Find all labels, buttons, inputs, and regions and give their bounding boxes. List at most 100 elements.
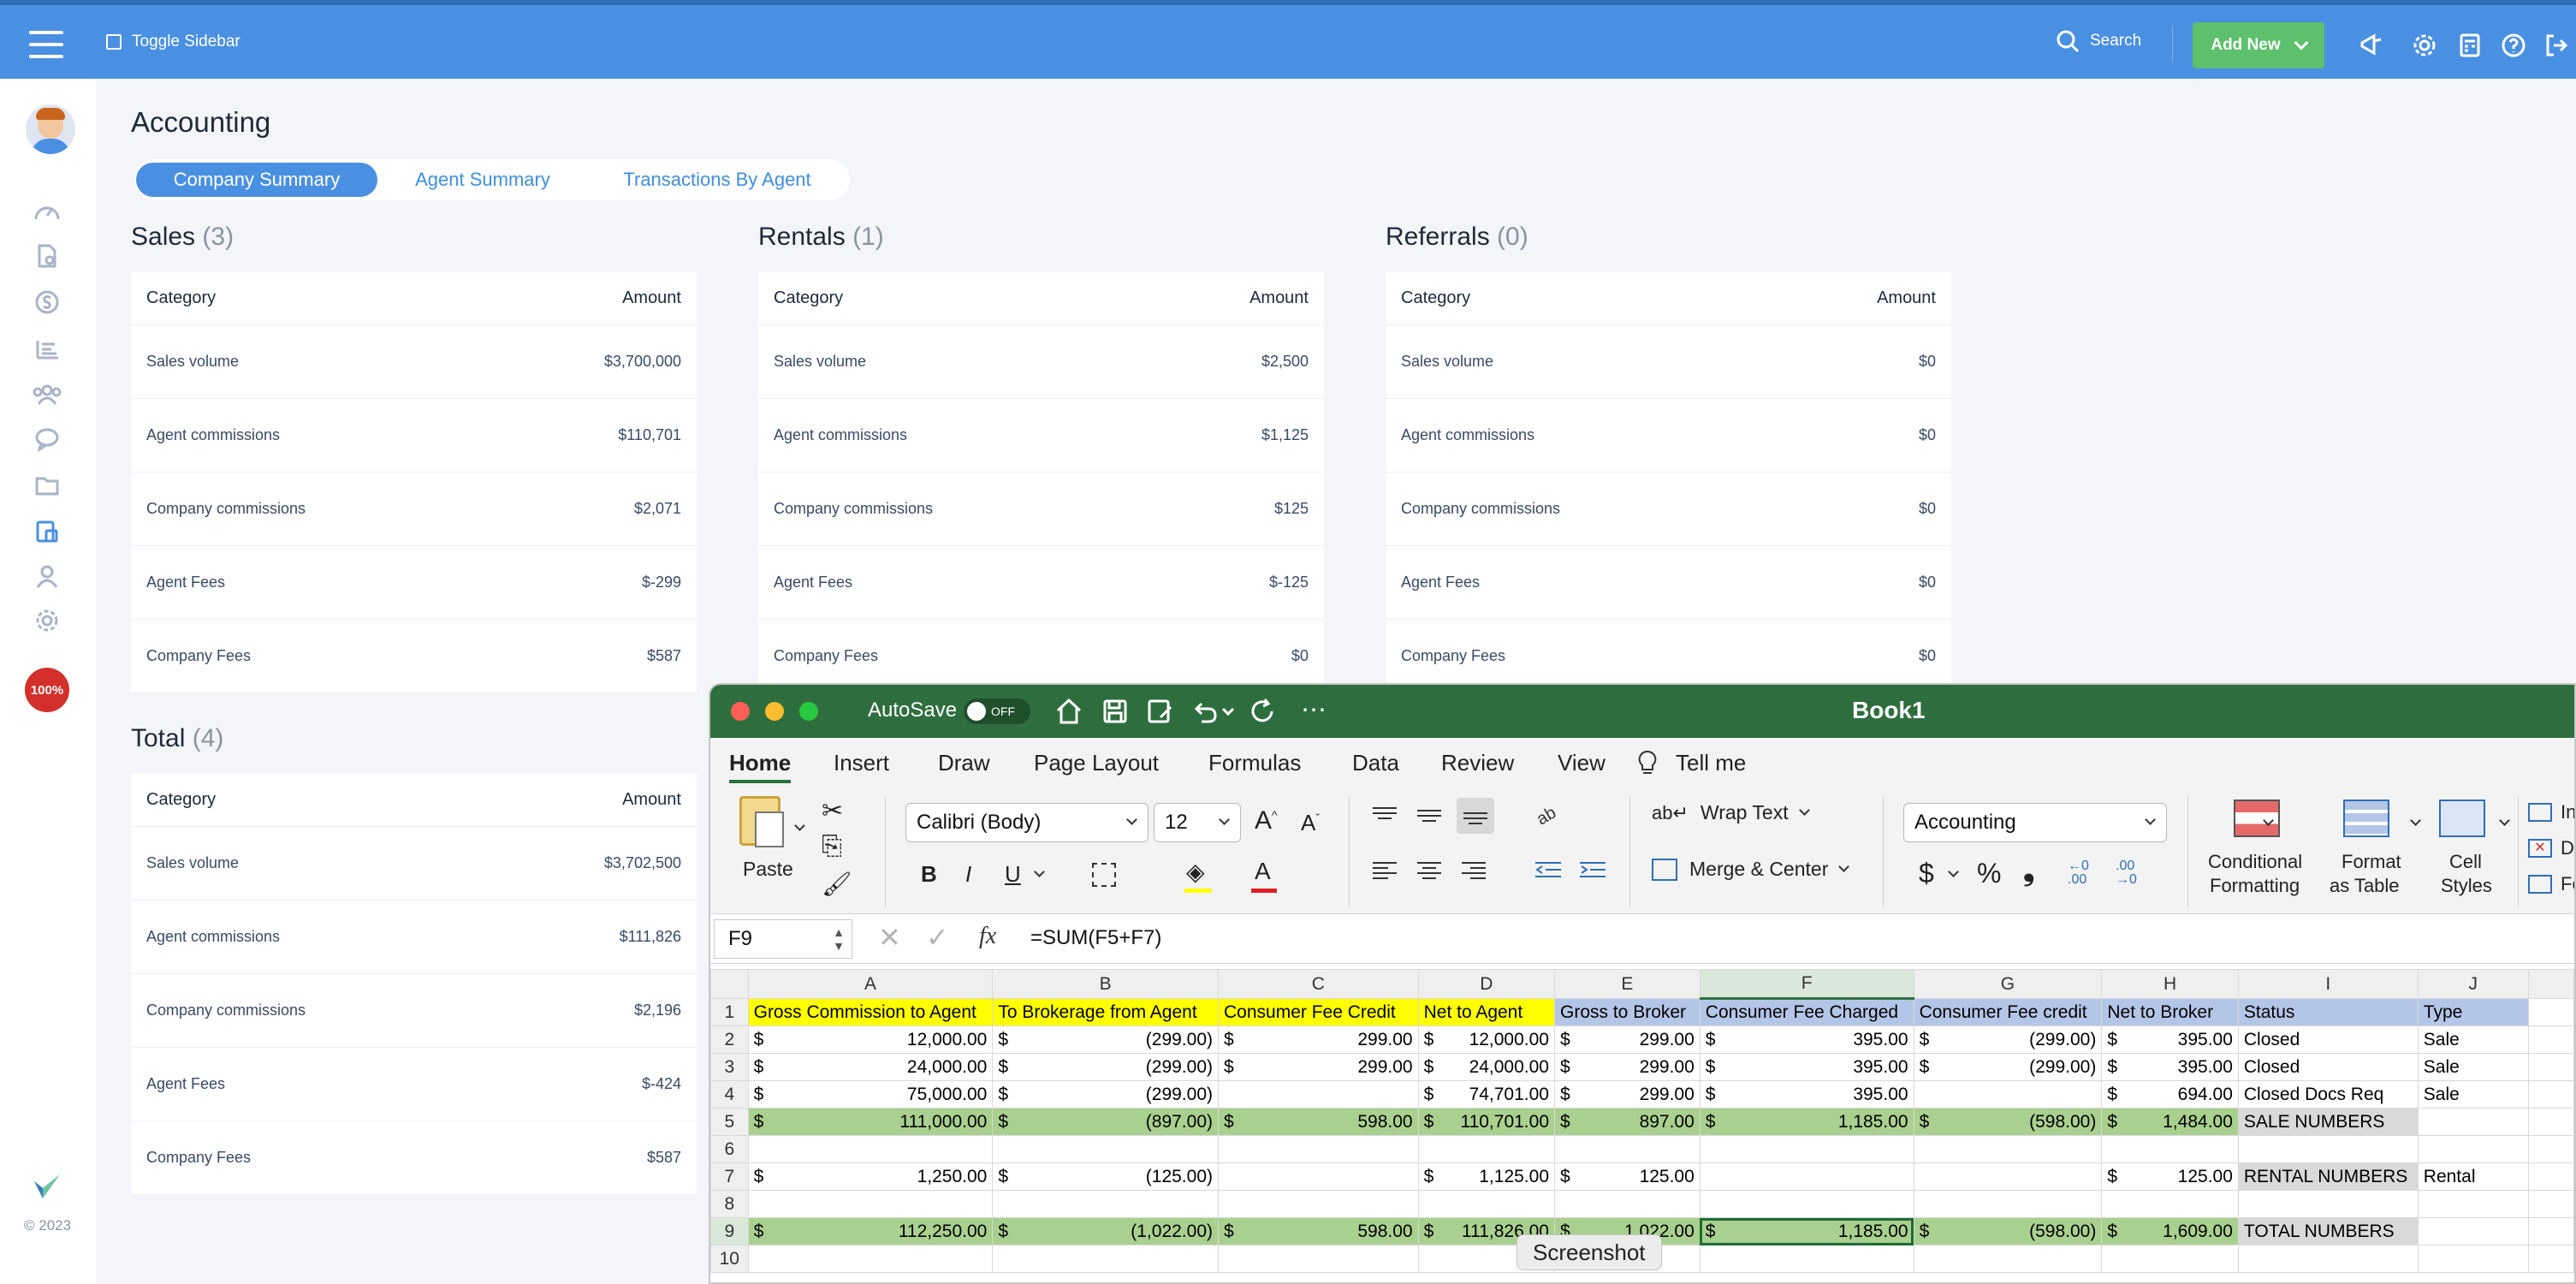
cell[interactable]: RENTAL NUMBERS [2237,1162,2419,1191]
merge-center-button[interactable]: Merge & Center [1652,858,1850,881]
cell[interactable] [747,1190,994,1218]
cell[interactable] [992,1245,1219,1273]
users-icon[interactable] [31,382,63,412]
cell[interactable]: $125.00 [1554,1162,1701,1191]
column-header[interactable]: J [2417,969,2529,999]
cell[interactable]: $ (897.00) [992,1108,1219,1136]
cell[interactable] [2527,1245,2574,1273]
cell[interactable] [747,1135,994,1163]
cell[interactable] [2527,1025,2574,1054]
cell[interactable]: $ (125.00) [992,1162,1219,1191]
save-as-icon[interactable] [1145,697,1174,726]
cell[interactable]: $112,250.00 [747,1217,994,1245]
cell[interactable] [2237,1135,2419,1163]
cell[interactable] [1554,1135,1701,1163]
cell[interactable]: $110,701.00 [1417,1108,1556,1136]
comma-icon[interactable]: ❟ [2023,854,2034,888]
decrease-decimal-icon[interactable]: .00 →0 [2116,859,2137,887]
menu-page-layout[interactable]: Page Layout [1034,750,1159,776]
tab-company-summary[interactable]: Company Summary [136,163,377,197]
cell[interactable]: Closed [2237,1025,2419,1054]
add-new-button[interactable]: Add New [2193,22,2324,68]
help-icon[interactable] [2501,33,2526,58]
cell[interactable] [1699,1245,1914,1273]
settings-icon[interactable] [34,608,60,638]
search-button[interactable]: Search [2056,29,2141,53]
confirm-formula-icon[interactable]: ✓ [926,921,949,954]
list-icon[interactable] [34,336,60,366]
document-search-icon[interactable] [34,243,60,273]
cell[interactable] [2417,1217,2529,1245]
row-header[interactable]: 2 [710,1025,749,1054]
logout-icon[interactable] [2543,33,2569,58]
avatar[interactable] [26,104,75,154]
cell[interactable]: Net to Agent [1417,998,1556,1026]
cut-icon[interactable]: ✂ [822,796,843,826]
cell[interactable] [2417,1190,2529,1218]
column-header[interactable]: A [747,969,994,999]
menu-data[interactable]: Data [1352,750,1399,776]
cell[interactable]: Status [2237,998,2419,1026]
announcement-icon[interactable] [2359,33,2384,58]
cell[interactable]: Sale [2417,1080,2529,1109]
orientation-icon[interactable]: ab [1534,800,1568,829]
cell[interactable] [1218,1135,1419,1163]
cell[interactable]: $1,185.00 [1699,1108,1914,1136]
tab-agent-summary[interactable]: Agent Summary [381,163,585,197]
undo-icon[interactable] [1190,697,1219,726]
redo-icon[interactable] [1248,697,1277,726]
cancel-formula-icon[interactable]: ✕ [878,921,901,954]
cell[interactable]: $ (598.00) [1913,1217,2103,1245]
cell[interactable]: $897.00 [1554,1108,1701,1136]
cell[interactable]: Closed Docs Req [2237,1080,2419,1109]
row-header[interactable]: 4 [710,1080,749,1109]
select-all-corner[interactable] [710,969,749,999]
conditional-formatting-button[interactable]: Conditional Formatting [2208,796,2311,907]
copy-icon[interactable]: ⎘ [822,832,842,861]
cell[interactable] [1913,1080,2103,1109]
cell[interactable]: Net to Broker [2101,998,2239,1026]
autosave-toggle[interactable]: OFF [964,698,1030,724]
cell[interactable]: Rental [2417,1162,2529,1191]
column-header[interactable]: I [2237,969,2419,999]
cell[interactable] [2527,1217,2574,1245]
cell[interactable] [1913,1245,2103,1273]
decrease-indent-icon[interactable] [1534,858,1563,883]
cell[interactable]: $395.00 [1699,1080,1914,1109]
cell[interactable] [1417,1135,1556,1163]
cell[interactable] [1913,1135,2103,1163]
bold-icon[interactable]: B [921,861,937,888]
column-header[interactable]: E [1554,969,1701,999]
save-icon[interactable] [1101,697,1130,726]
row-header[interactable]: 8 [710,1190,749,1218]
format-cells-button[interactable]: Forn [2528,873,2574,895]
format-as-table-button[interactable]: Format as Table [2324,796,2410,907]
toggle-sidebar-button[interactable]: Toggle Sidebar [106,33,240,51]
column-header[interactable]: F [1699,969,1914,1000]
cell[interactable]: $299.00 [1554,1080,1701,1109]
cell[interactable] [992,1135,1219,1163]
row-header[interactable]: 9 [710,1217,749,1245]
cell[interactable]: $ (1,022.00) [992,1217,1219,1245]
insert-cells-button[interactable]: Inse [2528,801,2574,823]
row-header[interactable]: 6 [710,1135,749,1163]
cell[interactable] [2237,1190,2419,1218]
folder-icon[interactable] [34,473,60,502]
menu-view[interactable]: View [1558,750,1606,776]
align-left-icon[interactable] [1371,858,1398,883]
currency-dropdown-icon[interactable] [1948,866,1959,877]
menu-tell-me[interactable]: Tell me [1676,750,1746,776]
cell[interactable]: Sale [2417,1053,2529,1081]
cell[interactable]: $ (299.00) [992,1080,1219,1109]
cell[interactable] [2527,1108,2574,1136]
decrease-font-icon[interactable]: Aˇ [1301,810,1320,836]
align-middle-icon[interactable] [1416,803,1443,829]
percent-icon[interactable]: % [1977,858,2001,889]
cell[interactable] [2417,1245,2529,1273]
cell[interactable]: $694.00 [2101,1080,2239,1109]
cell[interactable]: $299.00 [1554,1053,1701,1081]
column-header[interactable]: H [2101,969,2239,999]
cell[interactable] [2101,1190,2239,1218]
cell[interactable]: To Brokerage from Agent [992,998,1219,1026]
tab-transactions-by-agent[interactable]: Transactions By Agent [589,163,846,197]
